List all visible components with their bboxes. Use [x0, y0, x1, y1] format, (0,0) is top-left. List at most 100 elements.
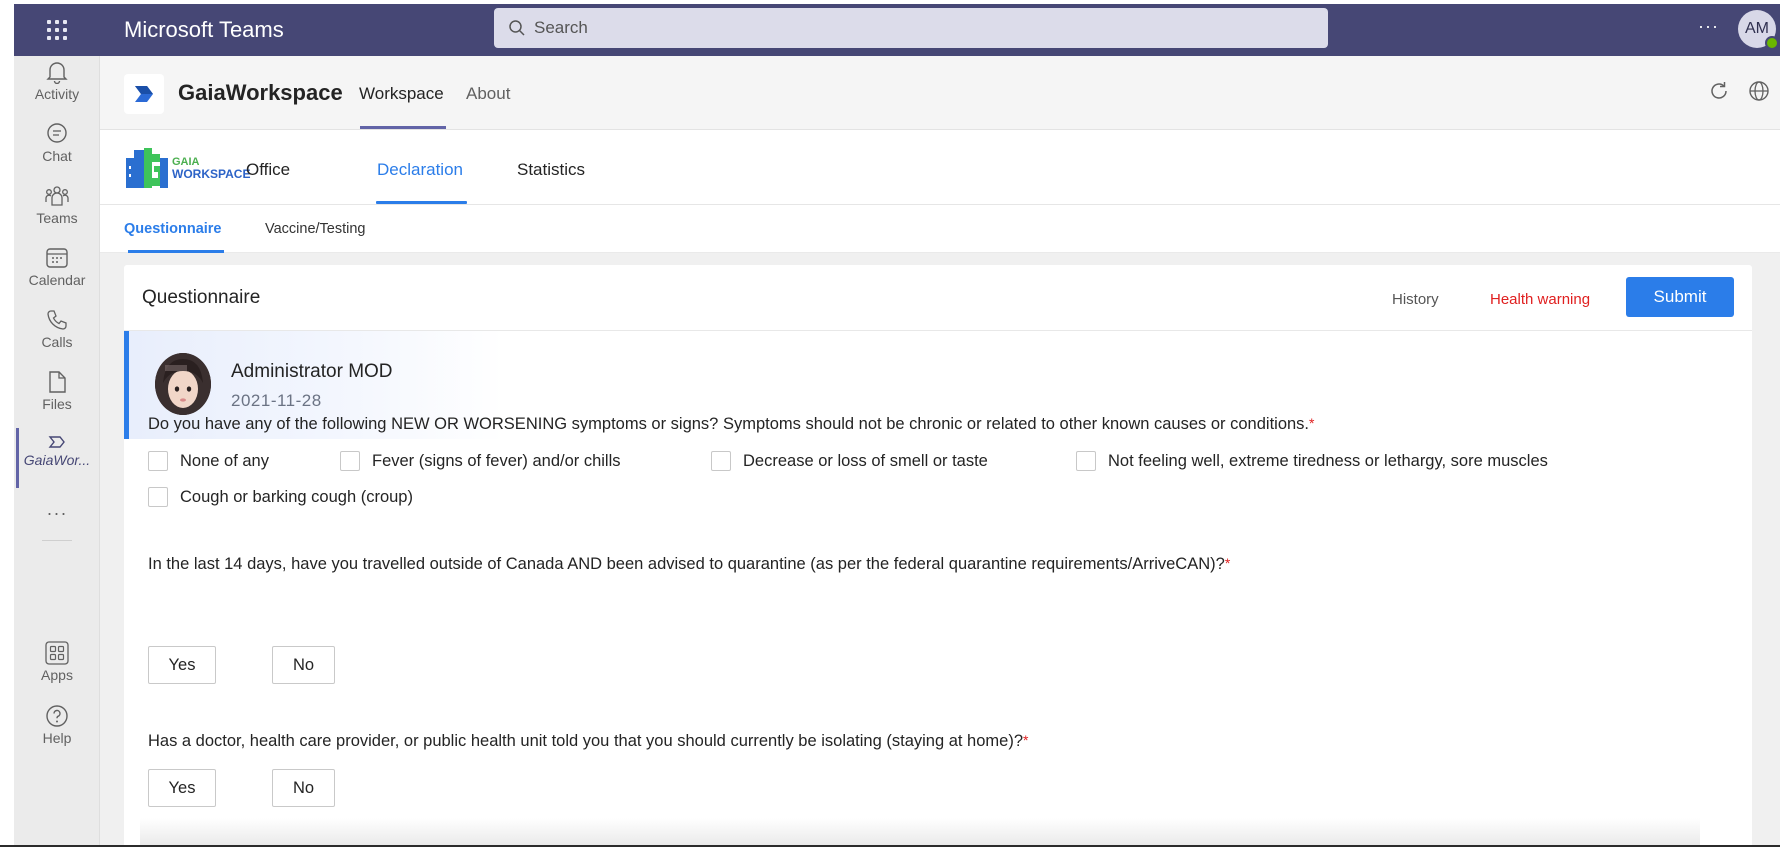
teams-top-bar: Microsoft Teams Search ··· AM: [14, 4, 1780, 56]
active-tab-indicator: [360, 126, 446, 129]
option-label: Not feeling well, extreme tiredness or l…: [1108, 451, 1548, 470]
required-marker: *: [1224, 555, 1231, 571]
rail-item-label: Apps: [41, 667, 73, 683]
option-fever[interactable]: Fever (signs of fever) and/or chills: [340, 451, 621, 471]
tab-about[interactable]: About: [466, 84, 510, 104]
refresh-icon[interactable]: [1708, 80, 1730, 102]
rail-item-label: Help: [42, 730, 72, 746]
rail-item-label: Activity: [34, 86, 80, 102]
search-placeholder: Search: [534, 18, 588, 37]
rail-item-files[interactable]: Files: [14, 370, 100, 434]
rail-item-teams[interactable]: Teams: [14, 184, 100, 248]
tab-statistics[interactable]: Statistics: [517, 160, 585, 180]
submit-button[interactable]: Submit: [1626, 277, 1734, 317]
active-module-indicator: [376, 201, 467, 204]
isolating-no-button[interactable]: No: [272, 769, 335, 807]
more-icon: ···: [46, 502, 68, 523]
app-launcher-button[interactable]: [14, 4, 100, 56]
rail-item-calls[interactable]: Calls: [14, 308, 100, 372]
rail-item-label: Chat: [42, 148, 72, 164]
rail-item-label: Calls: [41, 334, 73, 350]
option-label: Decrease or loss of smell or taste: [743, 451, 988, 470]
checkbox[interactable]: [148, 451, 168, 471]
gaia-app-icon: [48, 436, 65, 448]
checkbox[interactable]: [1076, 451, 1096, 471]
file-icon: [49, 371, 66, 393]
question-text: Do you have any of the following NEW OR …: [148, 415, 1310, 433]
rail-item-label: GaiaWor...: [23, 452, 91, 468]
help-icon: [46, 705, 68, 727]
avatar-initials: AM: [1745, 20, 1769, 37]
rail-item-help[interactable]: Help: [14, 704, 100, 768]
isolating-yes-button[interactable]: Yes: [148, 769, 216, 807]
tab-declaration[interactable]: Declaration: [377, 160, 463, 180]
rail-item-label: Teams: [36, 210, 78, 226]
checkbox[interactable]: [340, 451, 360, 471]
option-smell-taste[interactable]: Decrease or loss of smell or taste: [711, 451, 988, 471]
required-marker: *: [1023, 732, 1029, 748]
profile-avatar: [155, 353, 211, 415]
rail-item-label: Files: [42, 396, 72, 412]
bottom-fade: [140, 818, 1700, 845]
required-marker: *: [1309, 415, 1315, 431]
gaia-workspace-logo: GAIA WORKSPACE: [172, 156, 250, 180]
checkbox[interactable]: [711, 451, 731, 471]
more-options-button[interactable]: ···: [1698, 16, 1719, 37]
bell-icon: [46, 62, 68, 84]
search-input[interactable]: Search: [494, 8, 1328, 48]
rail-item-activity[interactable]: Activity: [14, 60, 100, 124]
left-app-rail: Activity Chat Teams Calendar Calls Files…: [14, 56, 100, 845]
option-not-feeling-well[interactable]: Not feeling well, extreme tiredness or l…: [1076, 451, 1548, 471]
profile-name: Administrator MOD: [231, 361, 393, 382]
search-icon: [509, 20, 525, 36]
rail-item-chat[interactable]: Chat: [14, 122, 100, 186]
subtab-vaccine-testing[interactable]: Vaccine/Testing: [265, 221, 365, 237]
tab-workspace[interactable]: Workspace: [359, 84, 444, 104]
health-warning-button[interactable]: Health warning: [1490, 291, 1590, 308]
user-avatar[interactable]: AM: [1738, 10, 1779, 50]
profile-date: 2021-11-28: [231, 391, 322, 410]
travel-no-button[interactable]: No: [272, 646, 335, 684]
calendar-icon: [46, 248, 68, 268]
gaia-workspace-logo-icon: [126, 148, 168, 188]
history-button[interactable]: History: [1392, 291, 1439, 308]
checkbox[interactable]: [148, 487, 168, 507]
phone-icon: [47, 310, 67, 330]
tab-office[interactable]: Office: [246, 160, 290, 180]
teams-icon: [45, 186, 69, 206]
apps-icon: [45, 641, 69, 665]
option-none-of-any[interactable]: None of any: [148, 451, 269, 471]
window-frame-left: [0, 0, 14, 847]
app-name: GaiaWorkspace: [178, 80, 343, 105]
subtab-questionnaire[interactable]: Questionnaire: [124, 221, 222, 237]
subtabs: Questionnaire Vaccine/Testing: [100, 205, 1780, 253]
option-cough[interactable]: Cough or barking cough (croup): [148, 487, 413, 507]
gaiaworkspace-app-logo: [124, 74, 164, 114]
question-symptoms: Do you have any of the following NEW OR …: [148, 415, 1314, 434]
question-text: In the last 14 days, have you travelled …: [148, 555, 1225, 573]
card-header: Questionnaire History Health warning Sub…: [124, 265, 1752, 331]
presence-available-icon: [1765, 36, 1779, 50]
card-title: Questionnaire: [142, 287, 261, 308]
option-label: Cough or barking cough (croup): [180, 487, 413, 506]
rail-item-calendar[interactable]: Calendar: [14, 246, 100, 310]
rail-more-button[interactable]: ···: [14, 498, 100, 528]
rail-divider: [42, 540, 72, 541]
question-text: Has a doctor, health care provider, or p…: [148, 732, 1024, 750]
rail-item-label: Calendar: [28, 272, 86, 288]
questionnaire-card: Questionnaire History Health warning Sub…: [124, 265, 1752, 847]
rail-item-gaiaworkspace[interactable]: GaiaWor...: [14, 428, 100, 498]
gaia-logo-icon: [135, 86, 153, 102]
app-title: Microsoft Teams: [124, 17, 284, 42]
rail-item-apps[interactable]: Apps: [14, 641, 100, 705]
option-label: Fever (signs of fever) and/or chills: [372, 451, 621, 470]
globe-icon[interactable]: [1748, 80, 1770, 102]
question-travel: In the last 14 days, have you travelled …: [148, 555, 1230, 574]
app-header: GaiaWorkspace Workspace About: [100, 56, 1780, 130]
option-label: None of any: [180, 451, 269, 470]
question-isolating: Has a doctor, health care provider, or p…: [148, 732, 1028, 751]
module-nav: GAIA WORKSPACE Office Declaration Statis…: [100, 130, 1780, 205]
logo-text-bottom: WORKSPACE: [172, 167, 251, 181]
travel-yes-button[interactable]: Yes: [148, 646, 216, 684]
profile-photo: [155, 353, 211, 415]
